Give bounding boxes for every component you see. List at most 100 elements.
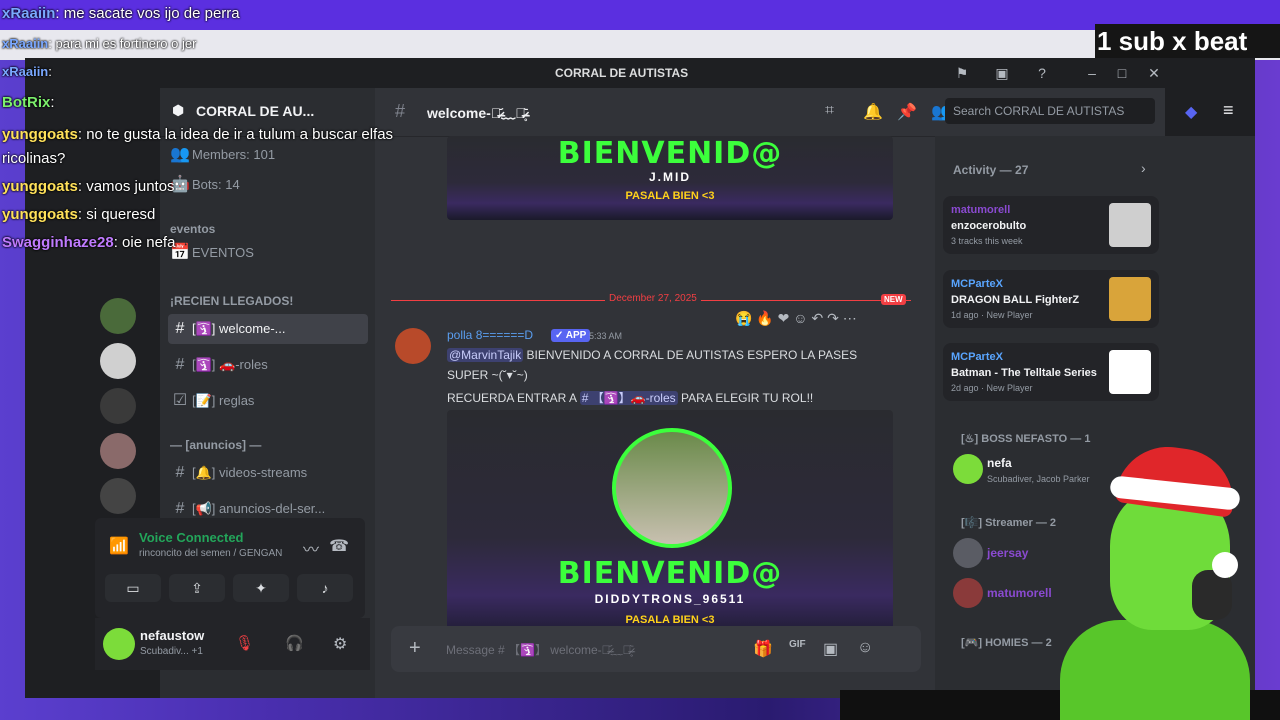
activity-card[interactable]: matumorell enzocerobulto 3 tracks this w… (943, 196, 1159, 254)
category-announcements[interactable]: — [anuncios] — (170, 438, 261, 452)
screen-icon[interactable]: ▣ (993, 64, 1011, 82)
add-reaction-icon[interactable]: ☺ (793, 310, 807, 326)
disconnect-icon[interactable]: ☎ (329, 536, 349, 556)
chat-line: yunggoats: si queresd (2, 206, 156, 223)
bell-icon[interactable]: 🔔 (863, 102, 883, 122)
maximize-icon[interactable]: □ (1113, 64, 1131, 82)
inbox-icon[interactable]: ⚑ (953, 64, 971, 82)
chat-area: # welcome-ｏ̴̶̷᷄﹏ｏ̴̶̷̥᷅ ⌗ 🔔 📌 👥 Search CO… (375, 88, 1234, 698)
category-events[interactable]: eventos (170, 222, 215, 236)
help-icon[interactable]: ? (1033, 64, 1051, 82)
member-avatar[interactable] (953, 578, 983, 608)
banner-title: BIENVENID@ (557, 136, 783, 171)
deafen-icon[interactable]: 🎧 (285, 634, 304, 652)
channel-rules[interactable]: ☑ [📝] reglas (168, 386, 368, 416)
more-icon[interactable]: ⋯ (843, 310, 857, 326)
screen-share-button[interactable]: ⇪ (169, 574, 225, 602)
noise-suppression-icon[interactable]: 〰 (303, 536, 319, 560)
nitro-icon[interactable]: ◆ (1185, 102, 1197, 122)
mute-icon[interactable]: 🎙 (235, 634, 254, 652)
server-icon[interactable] (100, 478, 136, 514)
events-channel[interactable]: 📅 EVENTOS (168, 238, 368, 268)
banner-sub: PASALA BIEN <3 (625, 190, 715, 202)
channel-welcome[interactable]: # [🛐] welcome-... (168, 314, 368, 344)
member-group-header: [♨] BOSS NEFASTO — 1 (961, 433, 1091, 445)
activity-card[interactable]: MCParteX DRAGON BALL FighterZ 1d ago · N… (943, 270, 1159, 328)
channel-videos-streams[interactable]: # [🔔] videos-streams (168, 458, 368, 488)
chevron-right-icon[interactable]: › (1141, 160, 1146, 176)
member-avatar[interactable] (953, 454, 983, 484)
member-avatar[interactable] (953, 538, 983, 568)
message-line-1: @MarvinTajik BIENVENIDO A CORRAL DE AUTI… (447, 348, 858, 362)
emoji-reaction-icon[interactable]: 😭 (735, 310, 752, 326)
minimize-icon[interactable]: – (1083, 64, 1101, 82)
app-badge: ✓ APP (551, 329, 591, 342)
user-status: Scubadiv... +1 (140, 646, 203, 657)
member-name[interactable]: nefa (987, 456, 1012, 470)
banner-name: DIDDYTRONS_96511 (594, 592, 746, 606)
author-avatar[interactable] (395, 328, 431, 364)
gift-icon[interactable]: 🎁 (753, 639, 773, 659)
heart-reaction-icon[interactable]: ❤ (778, 310, 790, 326)
message-composer[interactable]: + Message # 【🛐】 welcome-ｏ̴̶̷᷄﹏ｏ̴̶̷̥᷅ 🎁 G… (391, 626, 921, 672)
emoji-icon[interactable]: ☺ (857, 639, 873, 657)
user-mention[interactable]: @MarvinTajik (447, 348, 524, 362)
message-time: 5:33 AM (589, 331, 623, 341)
server-icon[interactable] (100, 343, 136, 379)
server-icon[interactable] (100, 388, 136, 424)
window-title: CORRAL DE AUTISTAS (555, 66, 689, 80)
chat-line: xRaaiin: me sacate vos ijo de perra (2, 5, 240, 22)
message-author[interactable]: polla 8======D (447, 328, 533, 342)
discord-window: CORRAL DE AUTISTAS ⚑ ▣ ? – □ ✕ Z ⬢ CORRA… (25, 58, 1255, 698)
channel-header: # welcome-ｏ̴̶̷᷄﹏ｏ̴̶̷̥᷅ ⌗ 🔔 📌 👥 Search CO… (375, 88, 1234, 137)
banner-title: BIENVENID@ (557, 556, 783, 591)
voice-status: Voice Connected (139, 530, 244, 545)
date-divider: December 27, 2025 (605, 293, 701, 304)
channel-mention[interactable]: # 【🛐】🚗-roles (579, 391, 678, 405)
reply-icon[interactable]: ↶ (811, 310, 823, 326)
avatar-body (1060, 620, 1250, 720)
pin-icon[interactable]: 📌 (897, 102, 917, 122)
channel-name: welcome-ｏ̴̶̷᷄﹏ｏ̴̶̷̥᷅ (427, 105, 526, 121)
menu-icon[interactable]: ≡ (1223, 100, 1234, 121)
bots-count: 🤖 Bots: 14 (170, 176, 240, 193)
close-icon[interactable]: ✕ (1145, 64, 1163, 82)
server-icon[interactable] (100, 433, 136, 469)
activity-card[interactable]: MCParteX Batman - The Telltale Series 2d… (943, 343, 1159, 401)
activity-thumbnail (1109, 350, 1151, 394)
message-input[interactable]: Message # 【🛐】 welcome-ｏ̴̶̷᷄﹏ｏ̴̶̷̥᷅ (446, 641, 632, 658)
sticker-icon[interactable]: ▣ (823, 639, 838, 659)
settings-icon[interactable]: ⚙ (333, 634, 347, 654)
fire-reaction-icon[interactable]: 🔥 (756, 310, 773, 326)
welcome-avatar (612, 428, 732, 548)
channel-roles[interactable]: # [🛐] 🚗-roles (168, 350, 368, 380)
message-actions: 😭 🔥 ❤ ☺ ↶ ↷ ⋯ (735, 310, 857, 327)
username[interactable]: nefaustow (140, 628, 204, 643)
title-bar: CORRAL DE AUTISTAS ⚑ ▣ ? – □ ✕ (25, 58, 1255, 88)
camera-button[interactable]: ▭ (105, 574, 161, 602)
forward-icon[interactable]: ↷ (827, 310, 839, 326)
activity-header[interactable]: Activity — 27 (953, 163, 1028, 177)
chat-line: BotRix: (2, 94, 55, 111)
chat-line: ricolinas? (2, 150, 66, 167)
category-recent[interactable]: ¡RECIEN LLEGADOS! (170, 294, 293, 308)
activities-button[interactable]: ✦ (233, 574, 289, 602)
search-input[interactable]: Search CORRAL DE AUTISTAS (945, 98, 1155, 124)
member-group-header: [🎮] HOMIES — 2 (961, 637, 1052, 649)
chat-line: Swagginhaze28: oie nefa (2, 234, 176, 251)
add-attachment-icon[interactable]: + (409, 637, 421, 660)
member-name[interactable]: matumorell (987, 586, 1052, 600)
new-badge: NEW (881, 294, 906, 305)
server-icon[interactable] (100, 298, 136, 334)
voice-location[interactable]: rinconcito del semen / GENGAN (139, 548, 282, 559)
soundboard-button[interactable]: ♪ (297, 574, 353, 602)
member-name[interactable]: jeersay (987, 546, 1028, 560)
gif-icon[interactable]: GIF (789, 639, 806, 650)
chat-line: yunggoats: vamos juntos (2, 178, 175, 195)
banner-name: J.MID (648, 170, 691, 184)
santa-hat-pompom (1212, 552, 1238, 578)
hash-icon: # (395, 101, 406, 121)
threads-icon[interactable]: ⌗ (825, 102, 834, 120)
avatar[interactable] (103, 628, 135, 660)
activity-thumbnail (1109, 203, 1151, 247)
